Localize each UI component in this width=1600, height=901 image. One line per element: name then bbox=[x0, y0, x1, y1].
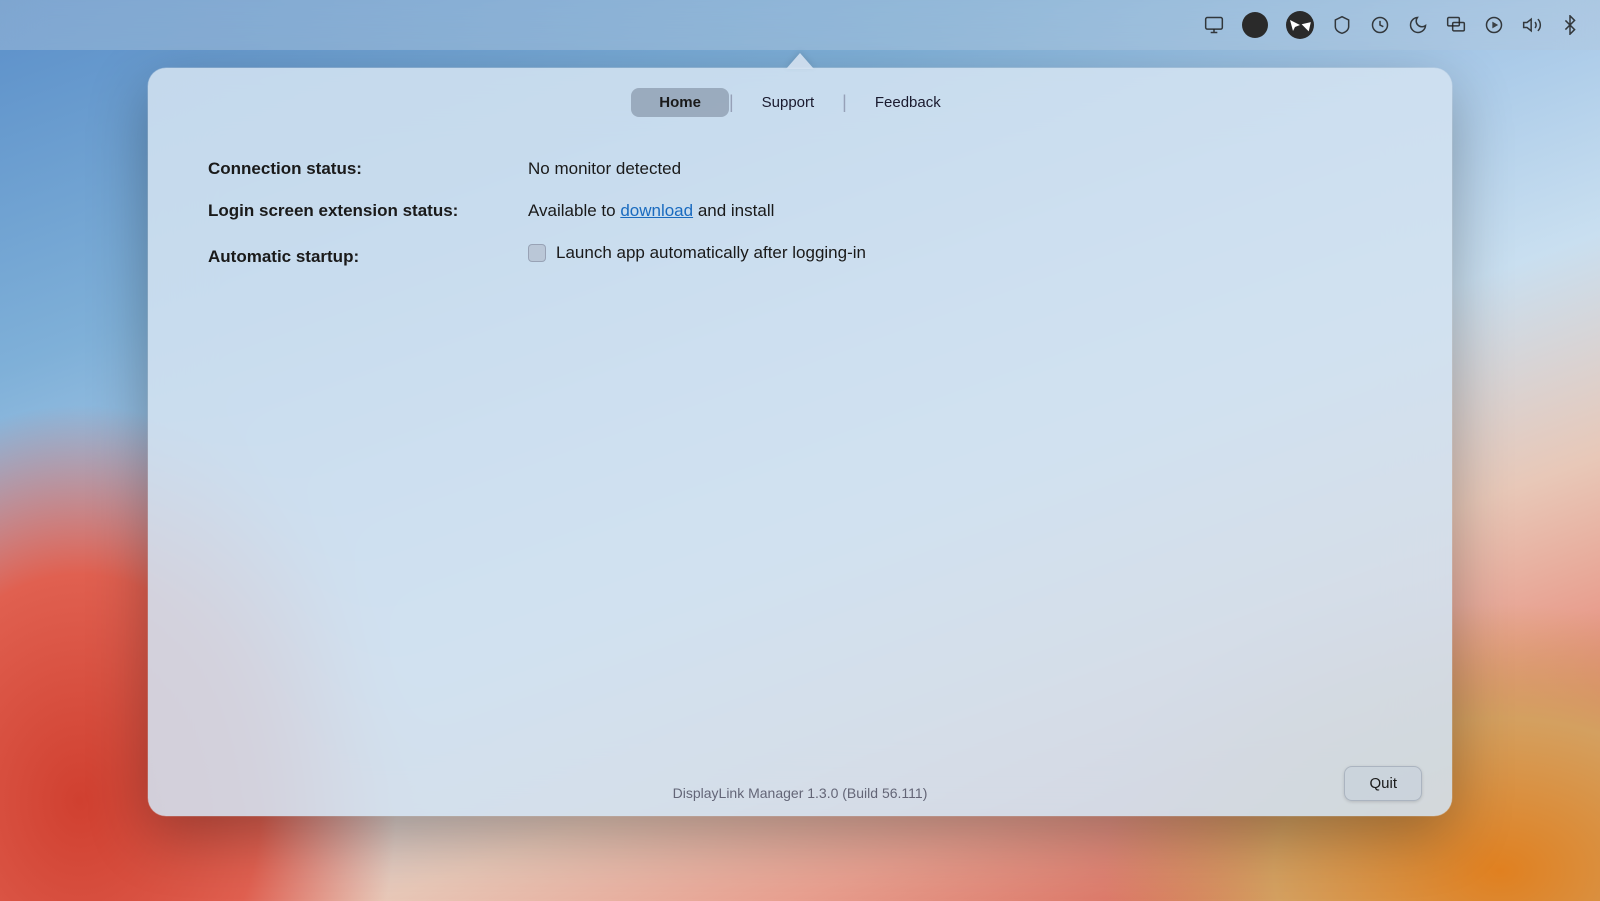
malwarebytes-icon[interactable] bbox=[1332, 15, 1352, 35]
cursor-icon[interactable] bbox=[1286, 11, 1314, 39]
quit-button[interactable]: Quit bbox=[1344, 766, 1422, 801]
tab-feedback[interactable]: Feedback bbox=[847, 88, 969, 117]
login-screen-status-row: Login screen extension status: Available… bbox=[208, 201, 1392, 221]
tab-home[interactable]: Home bbox=[631, 88, 729, 117]
connection-status-row: Connection status: No monitor detected bbox=[208, 159, 1392, 179]
login-screen-value: Available to download and install bbox=[528, 201, 774, 221]
volume-icon[interactable] bbox=[1522, 15, 1542, 35]
footer: DisplayLink Manager 1.3.0 (Build 56.111)… bbox=[148, 770, 1452, 816]
download-link[interactable]: download bbox=[620, 201, 693, 220]
tab-support[interactable]: Support bbox=[734, 88, 843, 117]
automatic-startup-label: Automatic startup: bbox=[208, 247, 528, 267]
automatic-startup-checkbox[interactable] bbox=[528, 244, 546, 262]
login-screen-suffix: and install bbox=[693, 201, 774, 220]
login-screen-label: Login screen extension status: bbox=[208, 201, 528, 221]
night-shift-icon[interactable] bbox=[1408, 15, 1428, 35]
automatic-startup-checkbox-label: Launch app automatically after logging-i… bbox=[556, 243, 866, 263]
content-area: Connection status: No monitor detected L… bbox=[148, 129, 1452, 770]
tab-separator-1: | bbox=[729, 92, 734, 113]
version-text: DisplayLink Manager 1.3.0 (Build 56.111) bbox=[673, 785, 928, 801]
checkbox-row: Launch app automatically after logging-i… bbox=[528, 243, 866, 263]
profile-circle-icon[interactable] bbox=[1242, 12, 1268, 38]
play-icon[interactable] bbox=[1484, 15, 1504, 35]
bluetooth-icon[interactable] bbox=[1560, 15, 1580, 35]
automatic-startup-row: Automatic startup: Launch app automatica… bbox=[208, 243, 1392, 267]
popup-window: Home | Support | Feedback Connection sta… bbox=[148, 68, 1452, 816]
tab-bar: Home | Support | Feedback bbox=[148, 68, 1452, 129]
connection-status-label: Connection status: bbox=[208, 159, 528, 179]
time-machine-icon[interactable] bbox=[1370, 15, 1390, 35]
menubar bbox=[0, 0, 1600, 50]
screen-mirror-icon[interactable] bbox=[1446, 15, 1466, 35]
popup-arrow bbox=[786, 53, 814, 69]
connection-status-value: No monitor detected bbox=[528, 159, 681, 179]
display-icon[interactable] bbox=[1204, 15, 1224, 35]
login-screen-prefix: Available to bbox=[528, 201, 620, 220]
